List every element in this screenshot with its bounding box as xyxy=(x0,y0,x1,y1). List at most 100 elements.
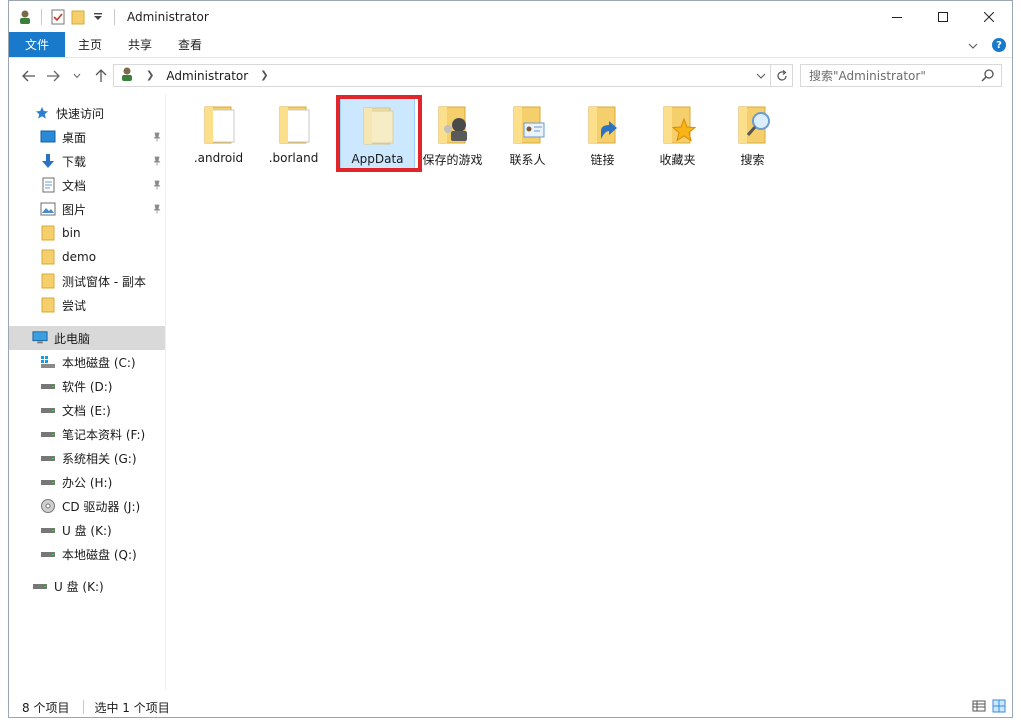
user-folder-icon xyxy=(120,66,134,85)
ribbon-right: ? xyxy=(968,32,1006,58)
picture-icon xyxy=(40,201,56,217)
nav-drive-k[interactable]: U 盘 (K:) xyxy=(9,518,165,542)
folder-item-links[interactable]: 链接 xyxy=(565,98,640,170)
up-button[interactable] xyxy=(89,64,113,88)
chevron-right-icon[interactable]: ❯ xyxy=(146,70,154,81)
contacts-folder-icon xyxy=(513,106,544,144)
address-row: ❯ Administrator ❯ 搜索"Administrator" xyxy=(9,58,1012,94)
usb-drive-icon xyxy=(40,522,56,538)
nav-folder-demo[interactable]: demo xyxy=(9,245,165,269)
nav-desktop[interactable]: 桌面 xyxy=(9,125,165,149)
nav-pictures[interactable]: 图片 xyxy=(9,197,165,221)
nav-folder-test-copy[interactable]: 测试窗体 - 副本 xyxy=(9,269,165,293)
folder-icon xyxy=(40,297,56,313)
nav-drive-d[interactable]: 软件 (D:) xyxy=(9,374,165,398)
address-bar-controls xyxy=(752,65,792,86)
links-folder-icon xyxy=(588,106,617,144)
new-folder-icon[interactable] xyxy=(70,9,86,25)
tab-home[interactable]: 主页 xyxy=(65,32,115,57)
folder-icon xyxy=(279,106,309,144)
nav-drive-q[interactable]: 本地磁盘 (Q:) xyxy=(9,542,165,566)
status-separator xyxy=(83,700,85,714)
window-title: Administrator xyxy=(127,9,209,24)
nav-downloads[interactable]: 下载 xyxy=(9,149,165,173)
close-button[interactable] xyxy=(966,1,1012,32)
selection-highlight xyxy=(336,95,422,172)
chevron-right-icon[interactable]: ❯ xyxy=(260,70,268,81)
cd-drive-icon xyxy=(40,498,56,514)
computer-icon xyxy=(32,330,48,346)
address-dropdown-icon[interactable] xyxy=(752,73,770,79)
help-icon[interactable]: ? xyxy=(992,38,1006,52)
drive-icon xyxy=(40,450,56,466)
expand-ribbon-icon[interactable] xyxy=(968,38,978,52)
drive-icon xyxy=(40,546,56,562)
nav-usb-root[interactable]: U 盘 (K:) xyxy=(9,574,165,598)
pin-icon[interactable] xyxy=(152,155,162,169)
usb-drive-icon xyxy=(32,578,48,594)
maximize-button[interactable] xyxy=(920,1,966,32)
search-input[interactable]: 搜索"Administrator" xyxy=(800,64,1002,87)
pin-icon[interactable] xyxy=(152,179,162,193)
window-controls xyxy=(874,1,1012,32)
favorites-folder-icon xyxy=(663,106,696,144)
folder-item-searches[interactable]: 搜索 xyxy=(715,98,790,170)
folder-item-saved-games[interactable]: 保存的游戏 xyxy=(415,98,490,170)
forward-button[interactable] xyxy=(41,64,65,88)
breadcrumb: ❯ Administrator ❯ xyxy=(114,66,275,85)
explorer-window: Administrator 文件 主页 共享 查看 ? ❯ Administra… xyxy=(8,0,1013,718)
title-bar: Administrator xyxy=(9,1,1012,32)
windows-drive-icon xyxy=(40,354,56,370)
refresh-button[interactable] xyxy=(770,65,792,86)
properties-icon[interactable] xyxy=(50,9,66,25)
folder-item-android[interactable]: .android xyxy=(181,98,256,170)
nav-this-pc[interactable]: 此电脑 xyxy=(9,326,165,350)
large-icons-view-icon[interactable] xyxy=(992,699,1006,716)
nav-drive-h[interactable]: 办公 (H:) xyxy=(9,470,165,494)
folder-icon xyxy=(204,106,234,144)
view-switcher xyxy=(972,699,1006,716)
breadcrumb-item[interactable]: Administrator xyxy=(166,69,248,83)
nav-documents[interactable]: 文档 xyxy=(9,173,165,197)
recent-locations-button[interactable] xyxy=(65,64,89,88)
download-icon xyxy=(40,153,56,169)
nav-drive-f[interactable]: 笔记本资料 (F:) xyxy=(9,422,165,446)
user-folder-icon[interactable] xyxy=(17,9,33,25)
drive-icon xyxy=(40,474,56,490)
nav-drive-e[interactable]: 文档 (E:) xyxy=(9,398,165,422)
star-icon xyxy=(34,105,50,121)
address-bar[interactable]: ❯ Administrator ❯ xyxy=(113,64,793,87)
nav-drive-j[interactable]: CD 驱动器 (J:) xyxy=(9,494,165,518)
drive-icon xyxy=(40,378,56,394)
navigation-pane: 快速访问 桌面 下载 文档 图片 bin demo 测试窗体 - 副本 尝试 此… xyxy=(9,94,166,690)
search-placeholder: 搜索"Administrator" xyxy=(809,69,926,83)
tab-file[interactable]: 文件 xyxy=(9,32,65,57)
toolbar-separator xyxy=(41,8,42,25)
folder-icon xyxy=(40,225,56,241)
nav-drive-c[interactable]: 本地磁盘 (C:) xyxy=(9,350,165,374)
minimize-button[interactable] xyxy=(874,1,920,32)
customize-dropdown-icon[interactable] xyxy=(90,9,106,25)
folder-item-contacts[interactable]: 联系人 xyxy=(490,98,565,170)
pin-icon[interactable] xyxy=(152,131,162,145)
ribbon-tabs: 文件 主页 共享 查看 ? xyxy=(9,32,1012,58)
back-button[interactable] xyxy=(17,64,41,88)
desktop-icon xyxy=(40,129,56,145)
nav-drive-g[interactable]: 系统相关 (G:) xyxy=(9,446,165,470)
tab-share[interactable]: 共享 xyxy=(115,32,165,57)
folder-item-favorites[interactable]: 收藏夹 xyxy=(640,98,715,170)
status-bar: 8 个项目 选中 1 个项目 xyxy=(9,695,1012,717)
pin-icon[interactable] xyxy=(152,203,162,217)
file-list: .android .borland AppData 保存的游戏 联系人 链接 收… xyxy=(167,94,1012,690)
nav-quick-access[interactable]: 快速访问 xyxy=(9,101,165,125)
details-view-icon[interactable] xyxy=(972,699,986,716)
searches-folder-icon xyxy=(738,106,770,144)
folder-item-borland[interactable]: .borland xyxy=(256,98,331,170)
drive-icon xyxy=(40,402,56,418)
folder-icon xyxy=(40,249,56,265)
search-icon[interactable] xyxy=(981,68,995,85)
nav-folder-bin[interactable]: bin xyxy=(9,221,165,245)
toolbar-separator xyxy=(114,8,115,25)
nav-folder-try[interactable]: 尝试 xyxy=(9,293,165,317)
tab-view[interactable]: 查看 xyxy=(165,32,215,57)
